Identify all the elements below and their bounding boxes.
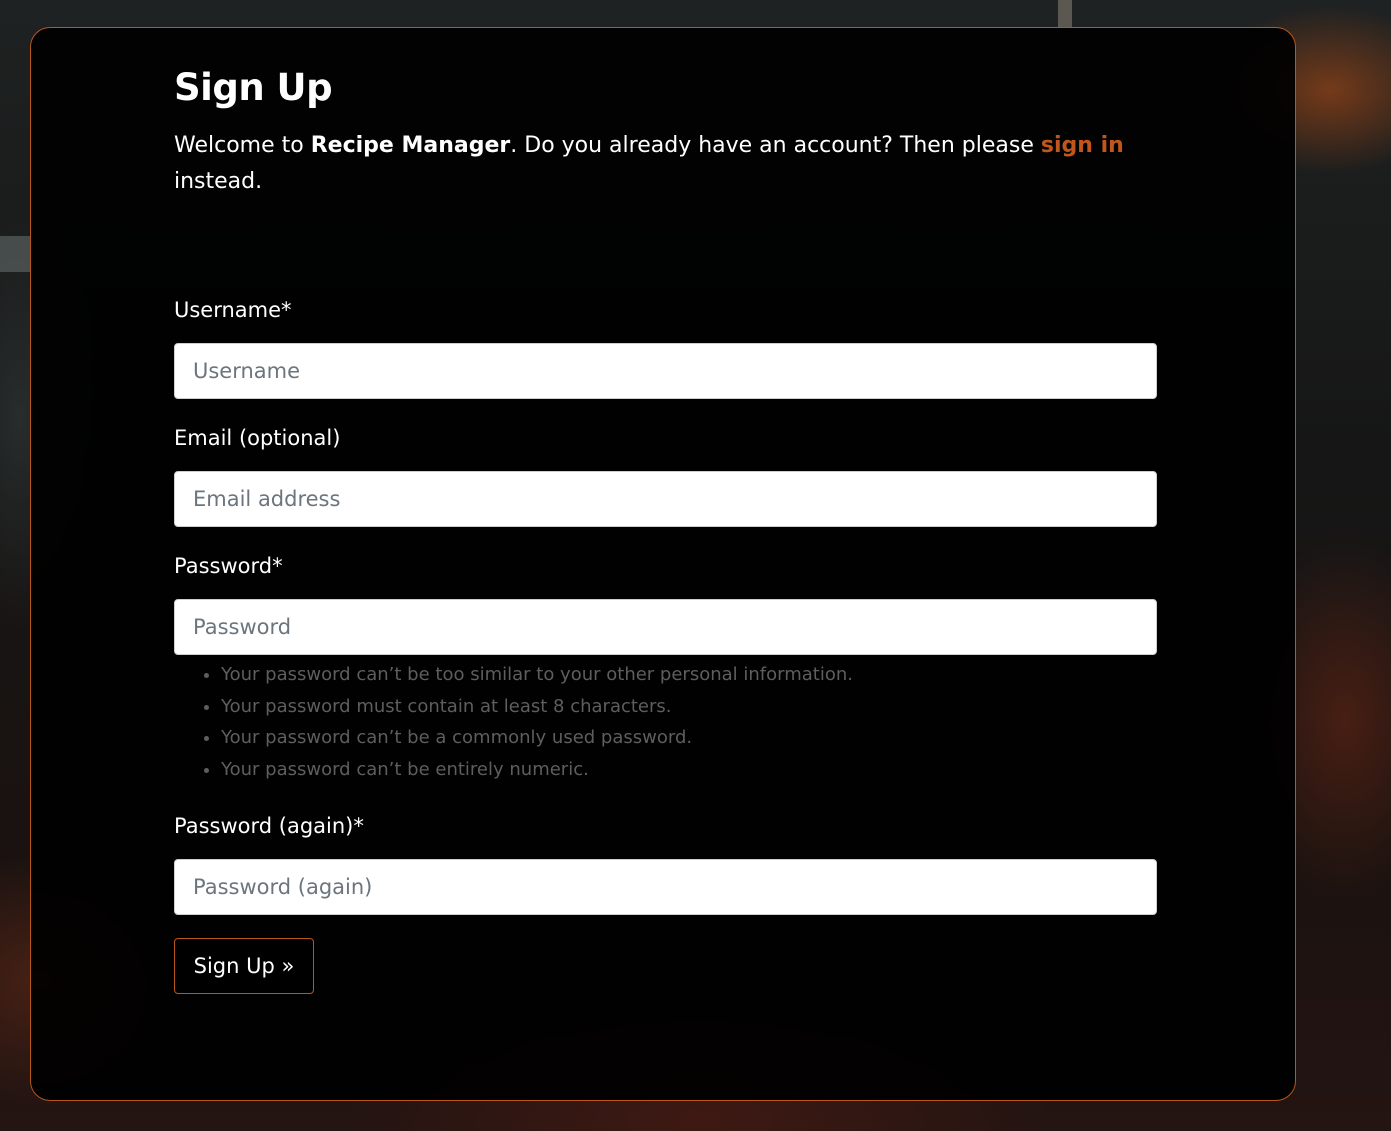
password-hint: Your password can’t be entirely numeric. [221, 754, 853, 786]
intro-text: Welcome to Recipe Manager. Do you alread… [174, 128, 1134, 200]
username-label: Username* [174, 298, 292, 322]
background-decoration [0, 236, 30, 272]
signup-button[interactable]: Sign Up » [174, 938, 314, 994]
signin-link[interactable]: sign in [1041, 133, 1124, 158]
password-hints: Your password can’t be too similar to yo… [174, 659, 853, 786]
email-label: Email (optional) [174, 426, 341, 450]
password-label: Password* [174, 554, 283, 578]
background-decoration [1058, 0, 1072, 28]
password-hint: Your password must contain at least 8 ch… [221, 691, 853, 723]
page-title: Sign Up [174, 66, 333, 109]
email-input[interactable] [174, 471, 1157, 527]
password-hint: Your password can’t be a commonly used p… [221, 722, 853, 754]
password-again-input[interactable] [174, 859, 1157, 915]
intro-suffix: instead. [174, 169, 263, 194]
signup-card: Sign Up Welcome to Recipe Manager. Do yo… [30, 27, 1296, 1101]
password-input[interactable] [174, 599, 1157, 655]
app-name: Recipe Manager [310, 133, 511, 158]
username-input[interactable] [174, 343, 1157, 399]
password-hint: Your password can’t be too similar to yo… [221, 659, 853, 691]
intro-middle: . Do you already have an account? Then p… [510, 133, 1041, 158]
password-again-label: Password (again)* [174, 814, 364, 838]
intro-prefix: Welcome to [174, 133, 311, 158]
